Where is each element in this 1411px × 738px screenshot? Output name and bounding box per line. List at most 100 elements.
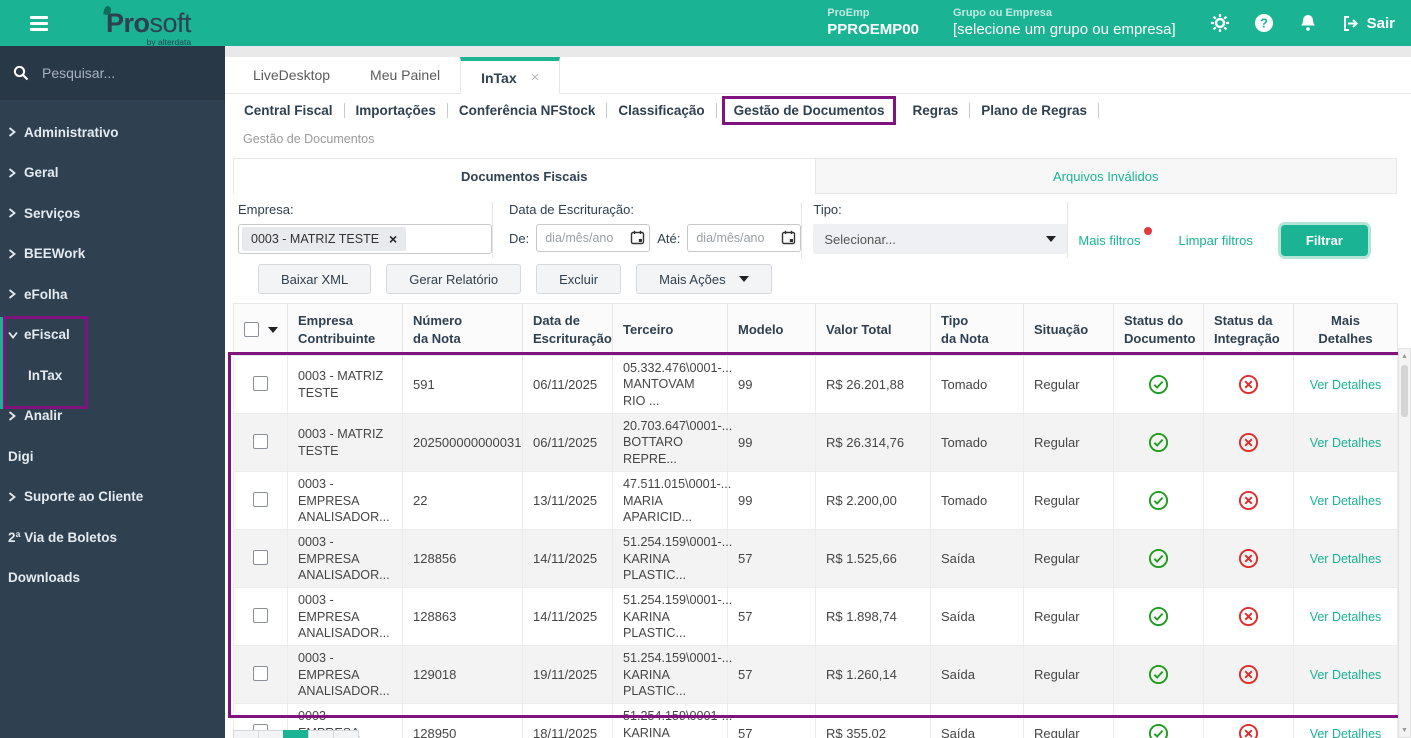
row-checkbox[interactable] xyxy=(253,375,268,391)
pagination-button[interactable]: « xyxy=(233,730,259,738)
module-tab[interactable]: Plano de Regras xyxy=(970,102,1100,118)
logout-button[interactable]: Sair xyxy=(1342,15,1395,32)
grupo-empresa-value[interactable]: [selecione um grupo ou empresa] xyxy=(953,21,1176,40)
module-tab[interactable]: Gestão de Documentos xyxy=(721,95,897,125)
column-header: Valor Total xyxy=(815,303,931,356)
sidebar-item[interactable]: eFiscal xyxy=(0,315,225,356)
status-integracao-cell xyxy=(1203,471,1294,531)
date-from-input[interactable] xyxy=(536,224,651,252)
select-all-header xyxy=(233,303,288,356)
tab-arquivos-invalidos[interactable]: Arquivos Inválidos xyxy=(815,158,1397,194)
mais-filtros-link[interactable]: Mais filtros xyxy=(1078,226,1153,248)
column-header: Status da Integração xyxy=(1203,303,1294,356)
sidebar-item[interactable]: eFolha xyxy=(0,274,225,315)
sidebar-item[interactable]: Geral xyxy=(0,153,225,194)
sidebar-item[interactable]: 2ª Via de Boletos xyxy=(0,517,225,558)
tab-documentos-fiscais[interactable]: Documentos Fiscais xyxy=(233,158,816,194)
action-button[interactable]: Mais Ações xyxy=(636,264,772,294)
pagination-button[interactable]: ‹ xyxy=(258,730,284,738)
action-button[interactable]: Gerar Relatório xyxy=(386,264,522,294)
terceiro-cell: 47.511.015\0001-... MARIA APARICID... xyxy=(612,471,731,531)
help-icon[interactable]: ? xyxy=(1254,13,1274,33)
ver-detalhes-link[interactable]: Ver Detalhes xyxy=(1310,552,1382,566)
empresa-chip-label: 0003 - MATRIZ TESTE xyxy=(251,232,380,246)
tipo-select-value: Selecionar... xyxy=(824,231,896,247)
sidebar-item[interactable]: Suporte ao Cliente xyxy=(0,477,225,518)
pagination-button[interactable]: 1 xyxy=(283,730,309,738)
pagination-button[interactable]: › xyxy=(333,730,359,738)
status-integracao-cell xyxy=(1203,355,1294,415)
empresa-input[interactable]: 0003 - MATRIZ TESTE × xyxy=(238,224,492,254)
ver-detalhes-link[interactable]: Ver Detalhes xyxy=(1310,668,1382,682)
status-success-icon xyxy=(1148,491,1169,511)
hamburger-menu-icon[interactable] xyxy=(30,13,48,34)
ver-detalhes-link[interactable]: Ver Detalhes xyxy=(1310,727,1382,738)
status-integracao-cell xyxy=(1203,703,1294,738)
module-tab[interactable]: Classificação xyxy=(607,102,717,118)
limpar-filtros-link[interactable]: Limpar filtros xyxy=(1178,233,1252,248)
ver-detalhes-link[interactable]: Ver Detalhes xyxy=(1310,378,1382,392)
row-select-cell xyxy=(233,645,288,705)
sidebar-item-label: Geral xyxy=(24,165,59,181)
row-checkbox[interactable] xyxy=(253,433,268,449)
module-tab[interactable]: Conferência NFStock xyxy=(448,102,608,118)
status-integracao-cell xyxy=(1203,645,1294,705)
window-tab[interactable]: InTax × xyxy=(460,57,561,94)
sidebar-item[interactable]: Downloads xyxy=(0,558,225,599)
ver-detalhes-link[interactable]: Ver Detalhes xyxy=(1310,610,1382,624)
numero-nota-cell: 128856 xyxy=(402,529,523,589)
chevron-down-icon xyxy=(8,331,18,339)
close-icon[interactable]: × xyxy=(531,62,540,94)
scroll-down-icon[interactable]: ▼ xyxy=(1399,723,1410,737)
empresa-contribuinte-cell: 0003 - MATRIZ TESTE xyxy=(287,413,403,473)
date-to-input[interactable] xyxy=(687,224,802,252)
pagination-button[interactable]: 2 xyxy=(308,730,334,738)
empresa-contribuinte-cell: 0003 - MATRIZ TESTE xyxy=(287,355,403,415)
action-button[interactable]: Excluir xyxy=(536,264,622,294)
chip-remove-icon[interactable]: × xyxy=(389,231,397,247)
window-tab[interactable]: Meu Painel xyxy=(350,57,460,93)
action-button[interactable]: Baixar XML xyxy=(258,264,372,294)
module-tab[interactable]: Central Fiscal xyxy=(233,102,345,118)
table-row: 0003 - MATRIZ TESTE 202500000000031 06/1… xyxy=(233,413,1398,473)
sidebar-item[interactable]: Analir xyxy=(0,396,225,437)
status-error-icon xyxy=(1238,665,1259,685)
sidebar-item[interactable]: Administrativo xyxy=(0,112,225,153)
table-row: 0003 - EMPRESA ANALISADOR... 22 13/11/20… xyxy=(233,471,1398,531)
vertical-scrollbar[interactable]: ▲ ▼ xyxy=(1398,348,1411,738)
proemp-field: ProEmp PPROEMP00 xyxy=(827,7,919,40)
sidebar-search[interactable]: Pesquisar... xyxy=(0,46,225,100)
sidebar-item[interactable]: BEEWork xyxy=(0,234,225,275)
empresa-contribuinte-cell: 0003 - EMPRESA ANALISADOR... xyxy=(287,471,403,531)
select-all-checkbox[interactable] xyxy=(244,322,259,337)
situacao-cell: Regular xyxy=(1023,355,1114,415)
valor-total-cell: R$ 2.200,00 xyxy=(815,471,931,531)
documents-table: Empresa Contribuinte Número da Nota Data d… xyxy=(228,303,1402,738)
column-header: Data de Escrituração xyxy=(522,303,613,356)
scroll-up-icon[interactable]: ▲ xyxy=(1399,349,1410,363)
valor-total-cell: R$ 26.201,88 xyxy=(815,355,931,415)
sidebar-item[interactable]: Digi xyxy=(0,436,225,477)
window-tab[interactable]: LiveDesktop xyxy=(233,57,350,93)
sidebar-item-label: Serviços xyxy=(24,205,81,221)
row-checkbox[interactable] xyxy=(253,607,268,623)
bell-icon[interactable] xyxy=(1298,13,1318,33)
sidebar-item[interactable]: Serviços xyxy=(0,193,225,234)
module-tab[interactable]: Regras xyxy=(901,102,971,118)
ver-detalhes-link[interactable]: Ver Detalhes xyxy=(1310,494,1382,508)
mais-detalhes-cell: Ver Detalhes xyxy=(1293,587,1398,647)
terceiro-cell: 51.254.159\0001-... KARINA PLASTIC... xyxy=(612,587,732,647)
gear-icon[interactable] xyxy=(1210,13,1230,33)
sidebar-item[interactable]: InTax xyxy=(0,355,225,396)
grupo-empresa-field[interactable]: Grupo ou Empresa [selecione um grupo ou … xyxy=(953,7,1176,40)
row-checkbox[interactable] xyxy=(253,491,268,507)
row-checkbox[interactable] xyxy=(253,549,268,565)
module-tab[interactable]: Importações xyxy=(345,102,448,118)
row-checkbox[interactable] xyxy=(253,665,268,681)
scrollbar-thumb[interactable] xyxy=(1401,365,1408,417)
selection-menu-caret-icon[interactable] xyxy=(268,326,278,333)
tipo-select[interactable]: Selecionar... xyxy=(813,224,1068,254)
ver-detalhes-link[interactable]: Ver Detalhes xyxy=(1310,436,1382,450)
filtrar-button[interactable]: Filtrar xyxy=(1280,224,1368,256)
tipo-nota-cell: Saída xyxy=(930,645,1024,705)
